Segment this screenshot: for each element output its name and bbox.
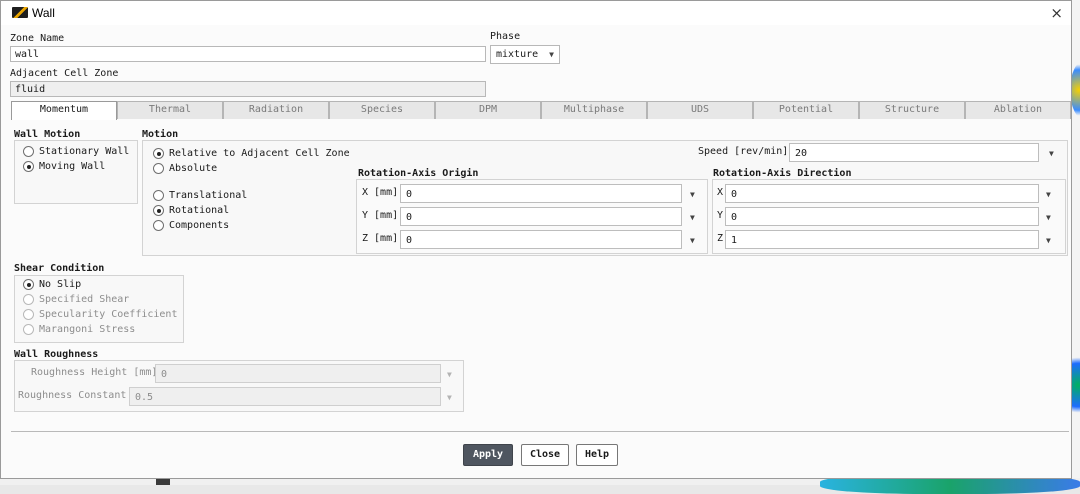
radio-label: Components <box>169 220 230 231</box>
tab-radiation[interactable]: Radiation <box>223 101 329 119</box>
origin-z-label: Z [mm] <box>362 233 399 244</box>
origin-y-label: Y [mm] <box>362 210 399 221</box>
tab-uds[interactable]: UDS <box>647 101 753 119</box>
radio-no-slip[interactable]: No Slip <box>23 279 81 290</box>
background-dark-strip <box>156 478 170 485</box>
radio-selected-icon <box>23 279 34 290</box>
tab-species[interactable]: Species <box>329 101 435 119</box>
wall-roughness-title: Wall Roughness <box>14 349 99 360</box>
direction-x-label: X <box>717 187 724 198</box>
radio-icon <box>23 146 34 157</box>
radio-selected-icon <box>153 205 164 216</box>
radio-label: Stationary Wall <box>39 146 130 157</box>
radio-selected-icon <box>23 161 34 172</box>
shear-condition-title: Shear Condition <box>14 263 105 274</box>
apply-button[interactable]: Apply <box>463 444 513 466</box>
origin-x-label: X [mm] <box>362 187 399 198</box>
origin-y-input[interactable]: 0 <box>400 207 682 226</box>
direction-z-label: Z <box>717 233 724 244</box>
direction-y-input[interactable]: 0 <box>725 207 1039 226</box>
radio-icon <box>23 324 34 335</box>
radio-relative-to-adjacent[interactable]: Relative to Adjacent Cell Zone <box>153 148 350 159</box>
radio-selected-icon <box>153 148 164 159</box>
radio-marangoni-stress: Marangoni Stress <box>23 324 135 335</box>
wall-dialog: Wall × Zone Name wall Phase mixture ▼ Ad… <box>0 0 1072 479</box>
phase-value: mixture <box>496 49 539 60</box>
tab-momentum[interactable]: Momentum <box>11 101 117 120</box>
roughness-constant-input: 0.5 <box>129 387 441 406</box>
axis-origin-title: Rotation-Axis Origin <box>358 168 479 179</box>
radio-label: Rotational <box>169 205 230 216</box>
phase-label: Phase <box>490 31 521 42</box>
tab-thermal[interactable]: Thermal <box>117 101 223 119</box>
app-logo-icon <box>12 7 28 18</box>
direction-x-dropdown-icon[interactable]: ▼ <box>1046 190 1051 199</box>
zone-name-input[interactable]: wall <box>10 46 486 62</box>
origin-x-dropdown-icon[interactable]: ▼ <box>690 190 695 199</box>
direction-z-dropdown-icon[interactable]: ▼ <box>1046 236 1051 245</box>
radio-label: Translational <box>169 190 248 201</box>
window-title: Wall <box>32 6 55 20</box>
speed-label: Speed [rev/min] <box>698 146 789 157</box>
title-bar: Wall × <box>1 1 1071 25</box>
wall-motion-title: Wall Motion <box>14 129 81 140</box>
divider <box>11 431 1069 432</box>
phase-dropdown[interactable]: mixture ▼ <box>490 45 560 64</box>
close-icon[interactable]: × <box>1050 4 1063 22</box>
motion-title: Motion <box>142 129 179 140</box>
radio-translational[interactable]: Translational <box>153 190 247 201</box>
tab-potential[interactable]: Potential <box>753 101 859 119</box>
radio-label: Specified Shear <box>39 294 130 305</box>
adjacent-cell-zone-field: fluid <box>10 81 486 97</box>
direction-x-input[interactable]: 0 <box>725 184 1039 203</box>
roughness-height-input: 0 <box>155 364 441 383</box>
radio-label: No Slip <box>39 279 82 290</box>
radio-specified-shear: Specified Shear <box>23 294 129 305</box>
direction-y-label: Y <box>717 210 724 221</box>
origin-z-input[interactable]: 0 <box>400 230 682 249</box>
tab-dpm[interactable]: DPM <box>435 101 541 119</box>
radio-icon <box>23 294 34 305</box>
tab-bar: Momentum Thermal Radiation Species DPM M… <box>11 101 1071 120</box>
radio-specularity-coefficient: Specularity Coefficient <box>23 309 177 320</box>
origin-z-dropdown-icon[interactable]: ▼ <box>690 236 695 245</box>
axis-direction-title: Rotation-Axis Direction <box>713 168 852 179</box>
radio-moving-wall[interactable]: Moving Wall <box>23 161 105 172</box>
origin-x-input[interactable]: 0 <box>400 184 682 203</box>
radio-label: Relative to Adjacent Cell Zone <box>169 148 350 159</box>
radio-label: Absolute <box>169 163 218 174</box>
speed-input[interactable]: 20 <box>789 143 1039 162</box>
radio-icon <box>153 190 164 201</box>
roughness-height-label: Roughness Height [mm] <box>31 367 158 378</box>
radio-icon <box>153 163 164 174</box>
zone-name-label: Zone Name <box>10 33 65 44</box>
speed-dropdown-icon[interactable]: ▼ <box>1049 149 1054 158</box>
radio-components[interactable]: Components <box>153 220 229 231</box>
roughness-constant-dropdown-icon: ▼ <box>447 393 452 402</box>
direction-z-input[interactable]: 1 <box>725 230 1039 249</box>
roughness-constant-label: Roughness Constant <box>18 390 127 401</box>
radio-stationary-wall[interactable]: Stationary Wall <box>23 146 129 157</box>
chevron-down-icon: ▼ <box>549 50 554 59</box>
tab-structure[interactable]: Structure <box>859 101 965 119</box>
radio-rotational[interactable]: Rotational <box>153 205 229 216</box>
roughness-height-dropdown-icon: ▼ <box>447 370 452 379</box>
radio-icon <box>23 309 34 320</box>
close-button[interactable]: Close <box>521 444 569 466</box>
radio-label: Marangoni Stress <box>39 324 136 335</box>
radio-label: Moving Wall <box>39 161 106 172</box>
tab-ablation[interactable]: Ablation <box>965 101 1071 119</box>
adjacent-cell-zone-label: Adjacent Cell Zone <box>10 68 119 79</box>
radio-icon <box>153 220 164 231</box>
radio-absolute[interactable]: Absolute <box>153 163 217 174</box>
origin-y-dropdown-icon[interactable]: ▼ <box>690 213 695 222</box>
radio-label: Specularity Coefficient <box>39 309 178 320</box>
tab-multiphase[interactable]: Multiphase <box>541 101 647 119</box>
help-button[interactable]: Help <box>576 444 618 466</box>
direction-y-dropdown-icon[interactable]: ▼ <box>1046 213 1051 222</box>
